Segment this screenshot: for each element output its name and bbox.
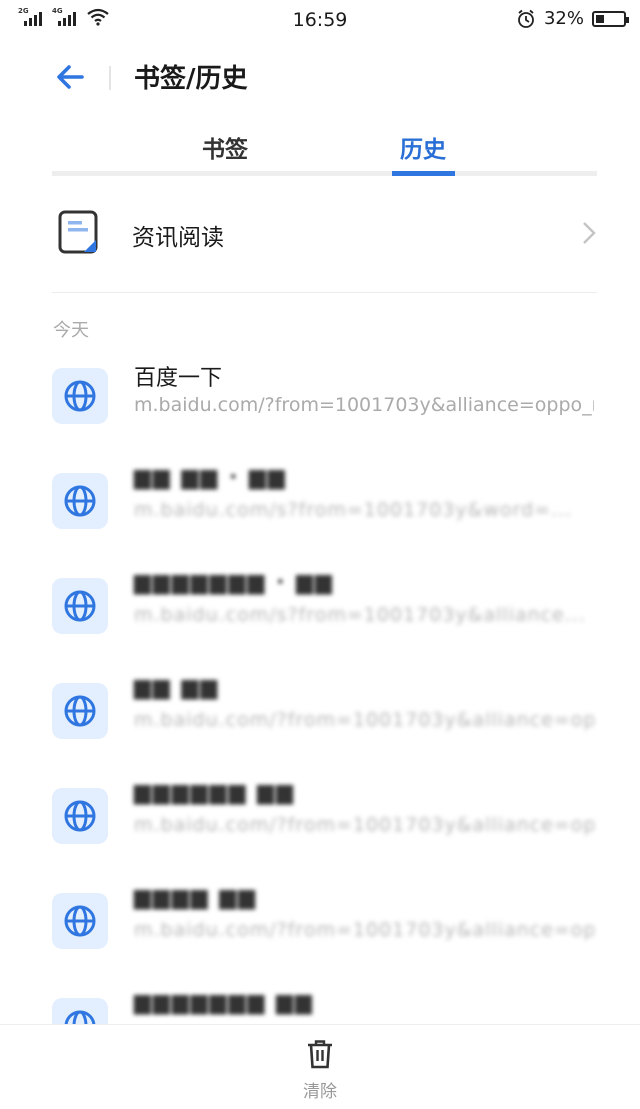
history-url: m.baidu.com/s?from=1001703y&alliance... [134, 604, 586, 626]
history-item[interactable]: ▆▆▆▆▆▆▆ · ▆▆ m.baidu.com/s?from=1001703y… [52, 570, 612, 654]
history-title: ▆▆ ▆▆ · ▆▆ [134, 465, 287, 490]
history-item[interactable]: 百度一下 m.baidu.com/?from=1001703y&alliance… [52, 366, 612, 444]
back-button[interactable] [52, 60, 92, 94]
tab-indicator [392, 171, 455, 176]
trash-icon [308, 1040, 332, 1069]
history-url: m.baidu.com/?from=1001703y&alliance=oppo… [134, 394, 594, 416]
battery-percent: 32% [543, 8, 584, 29]
page-title: 书签/历史 [134, 64, 248, 94]
history-title: ▆▆▆▆▆▆▆ · ▆▆ [134, 570, 334, 595]
header: 书签/历史 [0, 48, 640, 108]
chevron-right-icon [583, 222, 596, 244]
history-title: ▆▆▆▆▆▆ ▆▆ [134, 780, 296, 805]
battery-icon [592, 10, 629, 27]
tab-bookmarks[interactable]: 书签 [202, 130, 248, 164]
tab-history[interactable]: 历史 [400, 130, 446, 164]
header-divider [109, 66, 111, 90]
bottom-toolbar: 清除 [0, 1024, 640, 1109]
clear-label: 清除 [303, 1082, 337, 1102]
history-url: m.baidu.com/?from=1001703y&alliance=oppo [134, 814, 594, 836]
news-reading-label: 资讯阅读 [132, 225, 224, 251]
globe-icon [52, 893, 108, 949]
arrow-left-icon [57, 65, 84, 89]
globe-icon [52, 473, 108, 529]
divider [52, 292, 597, 293]
news-reading-row[interactable]: 资讯阅读 [52, 200, 597, 270]
status-bar: 2G 4G 16:59 32% [0, 0, 640, 40]
globe-icon [52, 578, 108, 634]
section-today-label: 今天 [53, 320, 89, 341]
history-item[interactable]: ▆▆ ▆▆ m.baidu.com/?from=1001703y&allianc… [52, 675, 612, 759]
history-url: m.baidu.com/s?from=1001703y&word=... [134, 499, 573, 521]
news-document-icon [58, 210, 98, 254]
history-title: ▆▆▆▆▆▆▆ ▆▆ [134, 990, 314, 1015]
globe-icon [52, 683, 108, 739]
history-url: m.baidu.com/?from=1001703y&alliance=oppo… [134, 709, 594, 731]
history-url: m.baidu.com/?from=1001703y&alliance=oppo [134, 919, 594, 941]
clear-history-button[interactable]: 清除 [280, 1039, 360, 1105]
history-title: ▆▆▆▆ ▆▆ [134, 885, 258, 910]
globe-icon [52, 368, 108, 424]
globe-icon [52, 788, 108, 844]
alarm-icon [518, 9, 534, 28]
tab-bar: 书签 历史 [52, 122, 597, 176]
history-title: ▆▆ ▆▆ [134, 675, 220, 700]
tab-track [52, 171, 597, 176]
history-item[interactable]: ▆▆ ▆▆ · ▆▆ m.baidu.com/s?from=1001703y&w… [52, 465, 612, 549]
history-title: 百度一下 [134, 366, 223, 391]
history-item[interactable]: ▆▆▆▆ ▆▆ m.baidu.com/?from=1001703y&allia… [52, 885, 612, 969]
history-item[interactable]: ▆▆▆▆▆▆ ▆▆ m.baidu.com/?from=1001703y&all… [52, 780, 612, 864]
